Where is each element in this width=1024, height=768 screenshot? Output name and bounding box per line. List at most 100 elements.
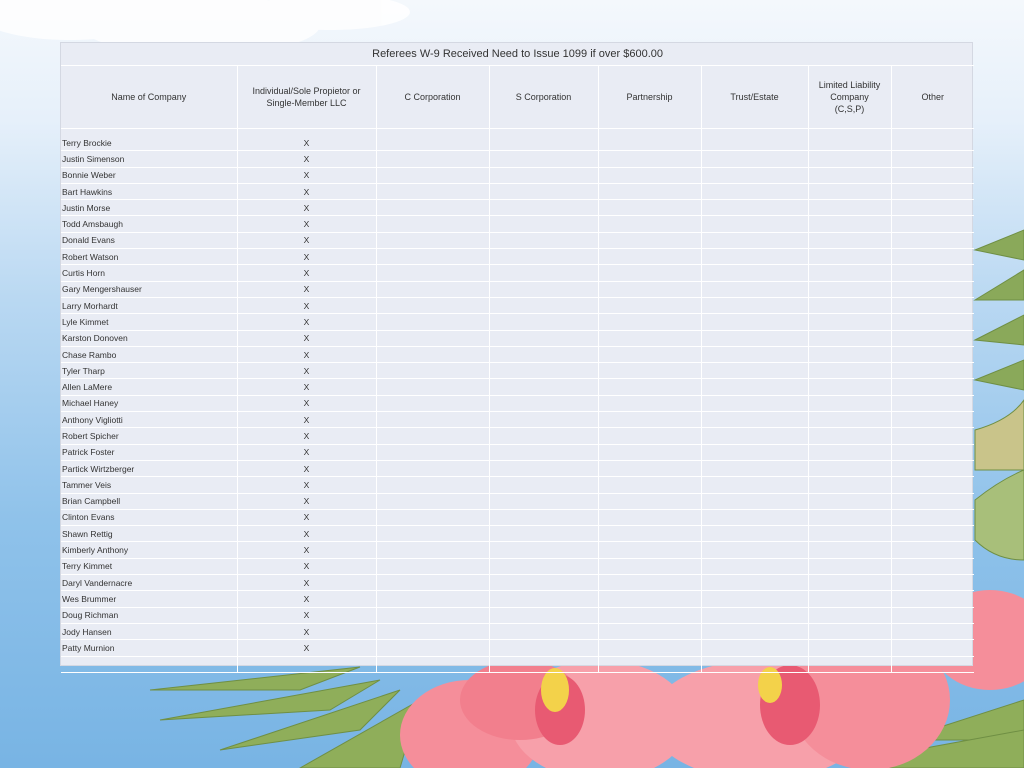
empty-cell [376,135,490,152]
empty-cell [376,232,490,250]
individual-mark-cell: X [237,525,377,543]
empty-cell [808,509,892,527]
empty-cell [376,281,490,298]
empty-cell [489,656,599,673]
empty-cell [489,411,599,429]
empty-cell [489,590,599,608]
table-row: Kimberly Anthony X [61,541,975,559]
company-name-cell: Terry Kimmet [61,558,238,576]
empty-cell [701,427,809,445]
empty-cell [376,558,490,576]
empty-cell [598,150,702,168]
table-row [61,656,975,673]
empty-cell [376,509,490,527]
company-name-cell: Patty Murnion [61,639,238,657]
empty-cell [891,248,975,266]
empty-cell [891,150,975,168]
individual-mark-cell: X [237,150,377,168]
empty-cell [489,167,599,184]
company-name-cell: Michael Haney [61,395,238,413]
palm-leaves-right [973,229,1024,561]
empty-cell [598,444,702,461]
empty-cell [376,264,490,282]
empty-cell [701,135,809,152]
empty-cell [701,656,809,673]
table-row: Michael Haney X [61,395,975,413]
empty-cell [598,183,702,201]
empty-cell [701,558,809,576]
individual-mark-cell: X [237,509,377,527]
empty-cell [701,313,809,331]
empty-cell [701,232,809,250]
empty-cell [891,232,975,250]
empty-cell [808,183,892,201]
table-row: Anthony Vigliotti X [61,411,975,429]
empty-cell [489,476,599,494]
empty-cell [701,215,809,233]
empty-cell [376,656,490,673]
company-name-cell: Doug Richman [61,607,238,624]
empty-cell [808,411,892,429]
empty-cell [598,167,702,184]
empty-cell [891,623,975,641]
empty-cell [376,607,490,624]
empty-cell [376,167,490,184]
empty-cell [701,362,809,380]
empty-cell [489,248,599,266]
empty-cell [376,541,490,559]
empty-cell [489,395,599,413]
table-row: Bart Hawkins X [61,183,975,201]
empty-cell [598,525,702,543]
empty-cell [489,232,599,250]
company-name-cell: Chase Rambo [61,346,238,364]
empty-cell [376,460,490,478]
empty-cell [489,183,599,201]
empty-cell [376,395,490,413]
empty-cell [489,639,599,657]
company-name-cell: Daryl Vandernacre [61,574,238,592]
empty-cell [598,590,702,608]
company-name-cell: Todd Amsbaugh [61,215,238,233]
company-name-cell: Justin Simenson [61,150,238,168]
empty-cell [891,264,975,282]
table-title: Referees W-9 Received Need to Issue 1099… [61,43,975,66]
empty-cell [376,183,490,201]
individual-mark-cell: X [237,623,377,641]
empty-cell [489,427,599,445]
empty-cell [808,607,892,624]
empty-cell [701,248,809,266]
empty-cell [598,248,702,266]
empty-cell [891,330,975,347]
empty-cell [376,590,490,608]
empty-cell [701,150,809,168]
empty-cell [808,264,892,282]
individual-mark-cell: X [237,590,377,608]
table-row: Donald Evans X [61,232,975,250]
empty-cell [376,639,490,657]
table-row: Wes Brummer X [61,590,975,608]
empty-cell [376,493,490,510]
empty-cell [489,623,599,641]
table-row: Jody Hansen X [61,623,975,641]
company-name-cell: Anthony Vigliotti [61,411,238,429]
company-name-cell: Wes Brummer [61,590,238,608]
empty-cell [701,590,809,608]
empty-cell [808,427,892,445]
empty-cell [808,623,892,641]
empty-cell [489,541,599,559]
column-header-individual: Individual/Sole Propietor or Single-Memb… [237,65,377,129]
individual-mark-cell: X [237,346,377,364]
individual-mark-cell: X [237,167,377,184]
company-name-cell: Patrick Foster [61,444,238,461]
empty-cell [891,199,975,217]
company-name-cell: Kimberly Anthony [61,541,238,559]
empty-cell [598,215,702,233]
empty-cell [598,264,702,282]
individual-mark-cell: X [237,248,377,266]
empty-cell [891,444,975,461]
empty-cell [808,362,892,380]
table-row: Daryl Vandernacre X [61,574,975,592]
table-row: Terry Brockie X [61,135,975,152]
hibiscus-flower-left [400,660,690,768]
table-row: Tyler Tharp X [61,362,975,380]
